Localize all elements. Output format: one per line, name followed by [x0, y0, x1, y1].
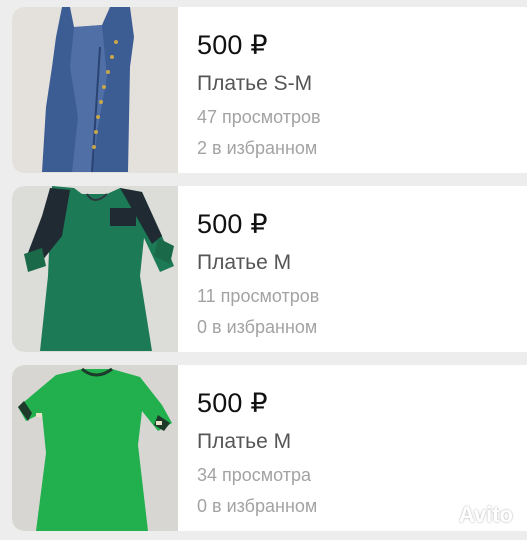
listing-photo-dark-green-dress[interactable] [12, 186, 178, 352]
listing-title[interactable]: Платье M [197, 430, 291, 454]
listing-price: 500 ₽ [197, 30, 268, 60]
listing-price: 500 ₽ [197, 388, 268, 418]
listing-card[interactable]: 500 ₽ Платье S-M 47 просмотров 2 в избра… [12, 7, 527, 173]
listing-favorites: 0 в избранном [197, 317, 318, 337]
listing-photo-green-dress[interactable] [12, 365, 178, 531]
listing-favorites: 2 в избранном [197, 138, 318, 158]
listing-views: 47 просмотров [197, 107, 321, 127]
listing-photo-denim-dress[interactable] [12, 7, 178, 173]
avito-watermark-text: Avito [458, 502, 513, 527]
listing-views: 34 просмотра [197, 465, 312, 485]
listing-title[interactable]: Платье M [197, 251, 291, 275]
avito-watermark: Avito [427, 502, 513, 528]
listing-price: 500 ₽ [197, 209, 268, 239]
listing-title[interactable]: Платье S-M [197, 72, 312, 96]
listing-card[interactable]: 500 ₽ Платье M 11 просмотров 0 в избранн… [12, 186, 527, 352]
listing-favorites: 0 в избранном [197, 496, 318, 516]
listing-views: 11 просмотров [197, 286, 320, 306]
avito-logo-icon [427, 506, 455, 524]
